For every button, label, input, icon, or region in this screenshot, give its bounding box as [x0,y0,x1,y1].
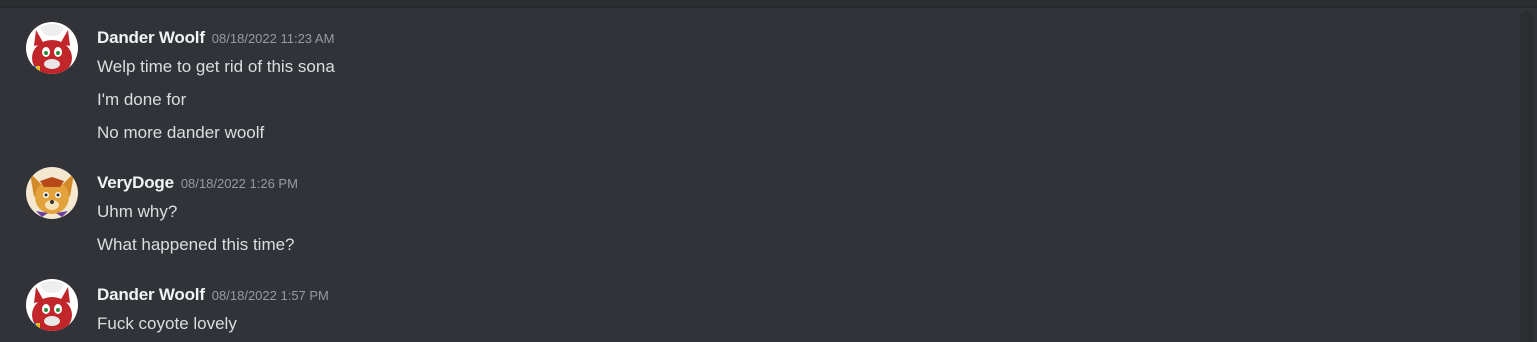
timestamp[interactable]: 08/18/2022 1:57 PM [212,288,329,303]
scrollbar-track[interactable] [1520,10,1534,342]
message-text[interactable]: No more dander woolf [97,123,264,143]
orange-dog-avatar-icon[interactable] [26,167,78,219]
message-text[interactable]: Welp time to get rid of this sona [97,57,335,77]
username[interactable]: Dander Woolf [97,28,205,47]
message-header: Dander Woolf 08/18/2022 1:57 PM [97,285,329,307]
username[interactable]: VeryDoge [97,173,174,192]
red-wolf-avatar-icon[interactable] [26,22,78,74]
message-text[interactable]: Uhm why? [97,202,177,222]
red-wolf-avatar-icon[interactable] [26,279,78,331]
message-text[interactable]: I'm done for [97,90,186,110]
message-header: Dander Woolf 08/18/2022 11:23 AM [97,28,334,50]
channel-top-border [0,0,1537,8]
message-list[interactable]: Dander Woolf 08/18/2022 11:23 AM Welp tim… [8,8,1518,342]
message-header: VeryDoge 08/18/2022 1:26 PM [97,173,298,195]
timestamp[interactable]: 08/18/2022 11:23 AM [212,31,335,46]
timestamp[interactable]: 08/18/2022 1:26 PM [181,176,298,191]
username[interactable]: Dander Woolf [97,285,205,304]
message-text[interactable]: Fuck coyote lovely [97,314,237,334]
message-text[interactable]: What happened this time? [97,235,295,255]
